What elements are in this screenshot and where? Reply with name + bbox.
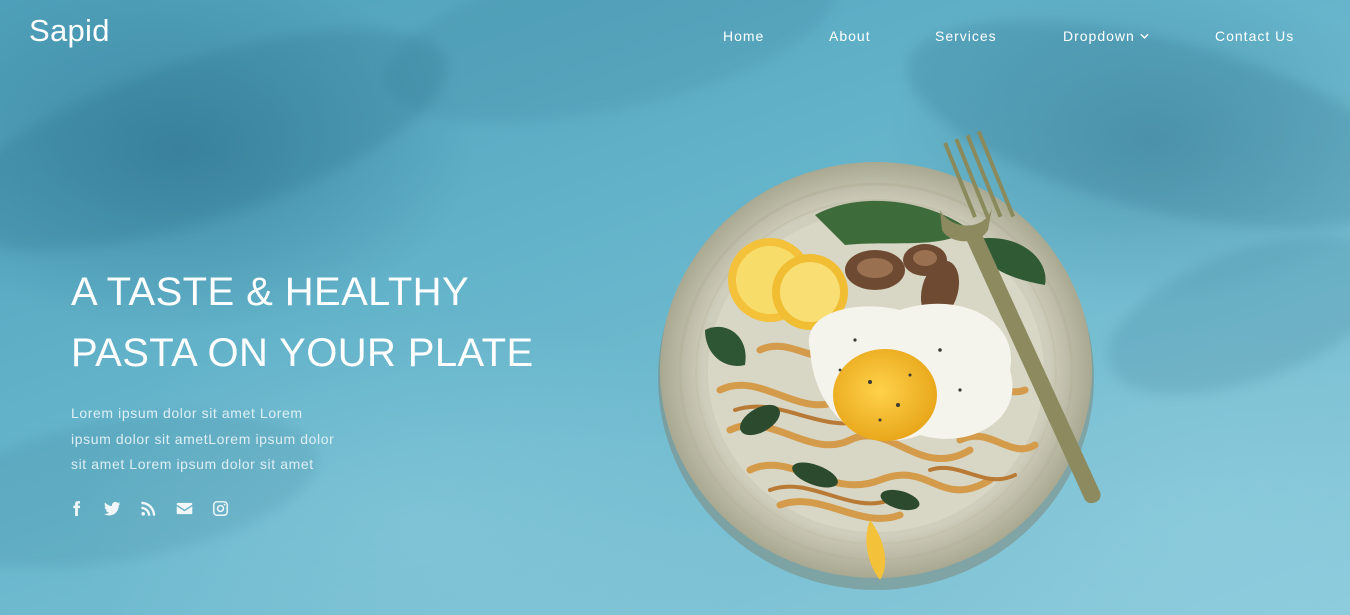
hero-description-line2: ipsum dolor sit ametLorem ipsum dolor (71, 430, 335, 447)
nav-dropdown[interactable]: Dropdown (1063, 28, 1149, 44)
rss-icon (141, 501, 156, 516)
social-links (68, 497, 248, 519)
hero-headline: A TASTE & HEALTHY PASTA ON YOUR PLATE (71, 262, 591, 384)
nav-dropdown-label: Dropdown (1063, 28, 1135, 44)
facebook-icon (73, 500, 81, 516)
envelope-icon (176, 502, 193, 514)
twitter-icon (104, 501, 121, 515)
rss-link[interactable] (140, 497, 176, 519)
instagram-icon (213, 500, 228, 516)
hero-description-line1: Lorem ipsum dolor sit amet Lorem (71, 405, 303, 421)
nav-services[interactable]: Services (935, 28, 997, 44)
facebook-link[interactable] (68, 497, 104, 519)
email-link[interactable] (176, 497, 212, 519)
hero-section: Sapid Home About Services Dropdown Conta… (0, 0, 1350, 615)
chevron-down-icon (1140, 33, 1149, 39)
hero-headline-line1: A TASTE & HEALTHY (71, 270, 470, 314)
brand-logo[interactable]: Sapid (29, 13, 110, 49)
background-brushstroke (1086, 202, 1350, 428)
twitter-link[interactable] (104, 497, 140, 519)
pasta-plate-image (658, 130, 1101, 590)
hero-description: Lorem ipsum dolor sit amet Lorem ipsum d… (71, 401, 371, 478)
hero-description-line3: sit amet Lorem ipsum dolor sit amet (71, 456, 314, 472)
nav-home[interactable]: Home (723, 28, 764, 44)
nav-contact-us[interactable]: Contact Us (1215, 28, 1294, 44)
hero-headline-line2: PASTA ON YOUR PLATE (71, 331, 534, 375)
instagram-link[interactable] (212, 497, 248, 519)
nav-about[interactable]: About (829, 28, 871, 44)
